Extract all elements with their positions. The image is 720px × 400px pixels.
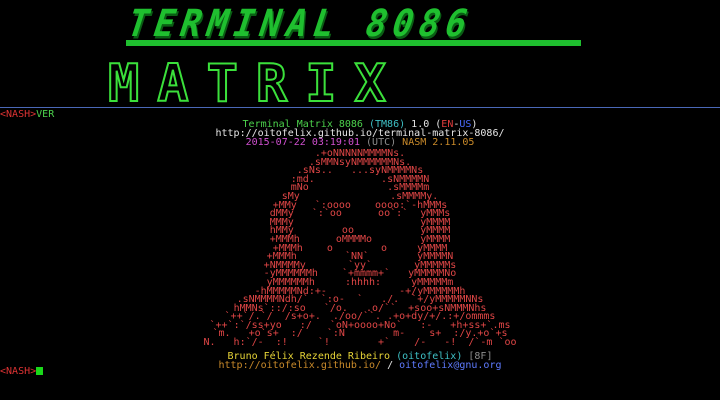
terminal-matrix-logo: TERMINAL 8086 MATRIX <box>0 0 720 115</box>
logo-underline <box>126 40 581 46</box>
build-line: 2015-07-22 03:19:01 (UTC) NASM 2.11.05 <box>0 137 720 148</box>
author-email-link[interactable]: oitofelix@gnu.org <box>399 360 501 371</box>
author-site-link[interactable]: http://oitofelix.github.io/ <box>218 360 381 371</box>
author-links: http://oitofelix.github.io/ / oitofelix@… <box>0 360 720 371</box>
build-time: 03:19:01 <box>311 137 360 148</box>
prompt-name: NASH <box>6 366 31 377</box>
links-separator: / <box>387 360 394 371</box>
logo-bottom-text: MATRIX <box>107 53 404 115</box>
ascii-art-line: N. h:`/- :! `! +` /- -! /`-m `oo <box>203 337 517 349</box>
assembler-version: NASM 2.11.05 <box>402 137 475 148</box>
header-divider <box>0 107 720 108</box>
build-date: 2015-07-22 <box>245 137 306 148</box>
build-tz: (UTC) <box>366 137 397 148</box>
ascii-portrait: .+oNNNNNMMMMNs. .sMMNsyNMMMMMMNs. .sNs.. .… <box>0 149 720 349</box>
prompt-line-input[interactable]: <NASH> <box>0 366 44 377</box>
text-cursor <box>36 367 44 375</box>
